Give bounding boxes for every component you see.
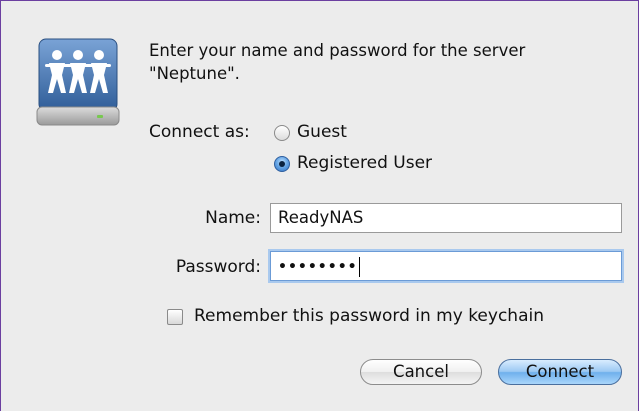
password-field[interactable]: •••••••• [270,251,622,281]
connect-button[interactable]: Connect [498,359,622,385]
network-server-icon [35,37,121,129]
text-caret [358,256,360,277]
remember-checkbox[interactable] [167,309,183,325]
guest-radio-label[interactable]: Guest [297,122,347,142]
guest-radio[interactable] [274,125,290,141]
remember-checkbox-label[interactable]: Remember this password in my keychain [194,306,544,326]
cancel-button[interactable]: Cancel [360,359,482,385]
name-label: Name: [205,208,261,228]
prompt-text: Enter your name and password for the ser… [149,41,526,83]
registered-user-radio-label[interactable]: Registered User [297,153,432,173]
name-field[interactable]: ReadyNAS [270,203,622,233]
password-mask: •••••••• [278,259,358,275]
password-label: Password: [175,257,261,277]
connect-as-label: Connect as: [149,122,250,142]
login-dialog: Enter your name and password for the ser… [0,0,639,411]
registered-user-radio[interactable] [274,156,290,172]
